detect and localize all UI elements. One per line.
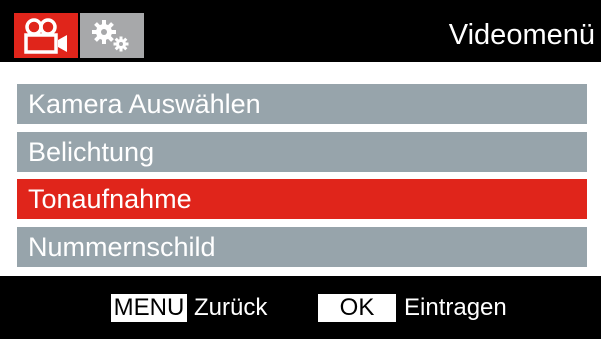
page-title: Videomenü [448, 19, 595, 51]
header-bar: Videomenü [0, 0, 601, 62]
footer-bar: MENU Zurück OK Eintragen [0, 276, 601, 339]
ok-key-label: OK [318, 294, 396, 322]
menu-item-exposure[interactable]: Belichtung [17, 132, 587, 172]
back-hint: Zurück [194, 294, 268, 321]
tab-settings[interactable] [80, 13, 144, 58]
dashcam-screen: Videomenü Kamera Auswählen Belichtung To… [0, 0, 601, 339]
menu-list: Kamera Auswählen Belichtung Tonaufnahme … [0, 62, 601, 276]
menu-item-camera-select[interactable]: Kamera Auswählen [17, 84, 587, 124]
tab-video[interactable] [14, 13, 78, 58]
gears-icon [92, 20, 129, 52]
menu-key-label: MENU [111, 294, 187, 322]
menu-item-number-plate[interactable]: Nummernschild [17, 227, 587, 267]
menu-item-audio-recording[interactable]: Tonaufnahme [17, 179, 587, 219]
enter-hint: Eintragen [404, 294, 507, 321]
video-camera-icon [24, 18, 67, 54]
